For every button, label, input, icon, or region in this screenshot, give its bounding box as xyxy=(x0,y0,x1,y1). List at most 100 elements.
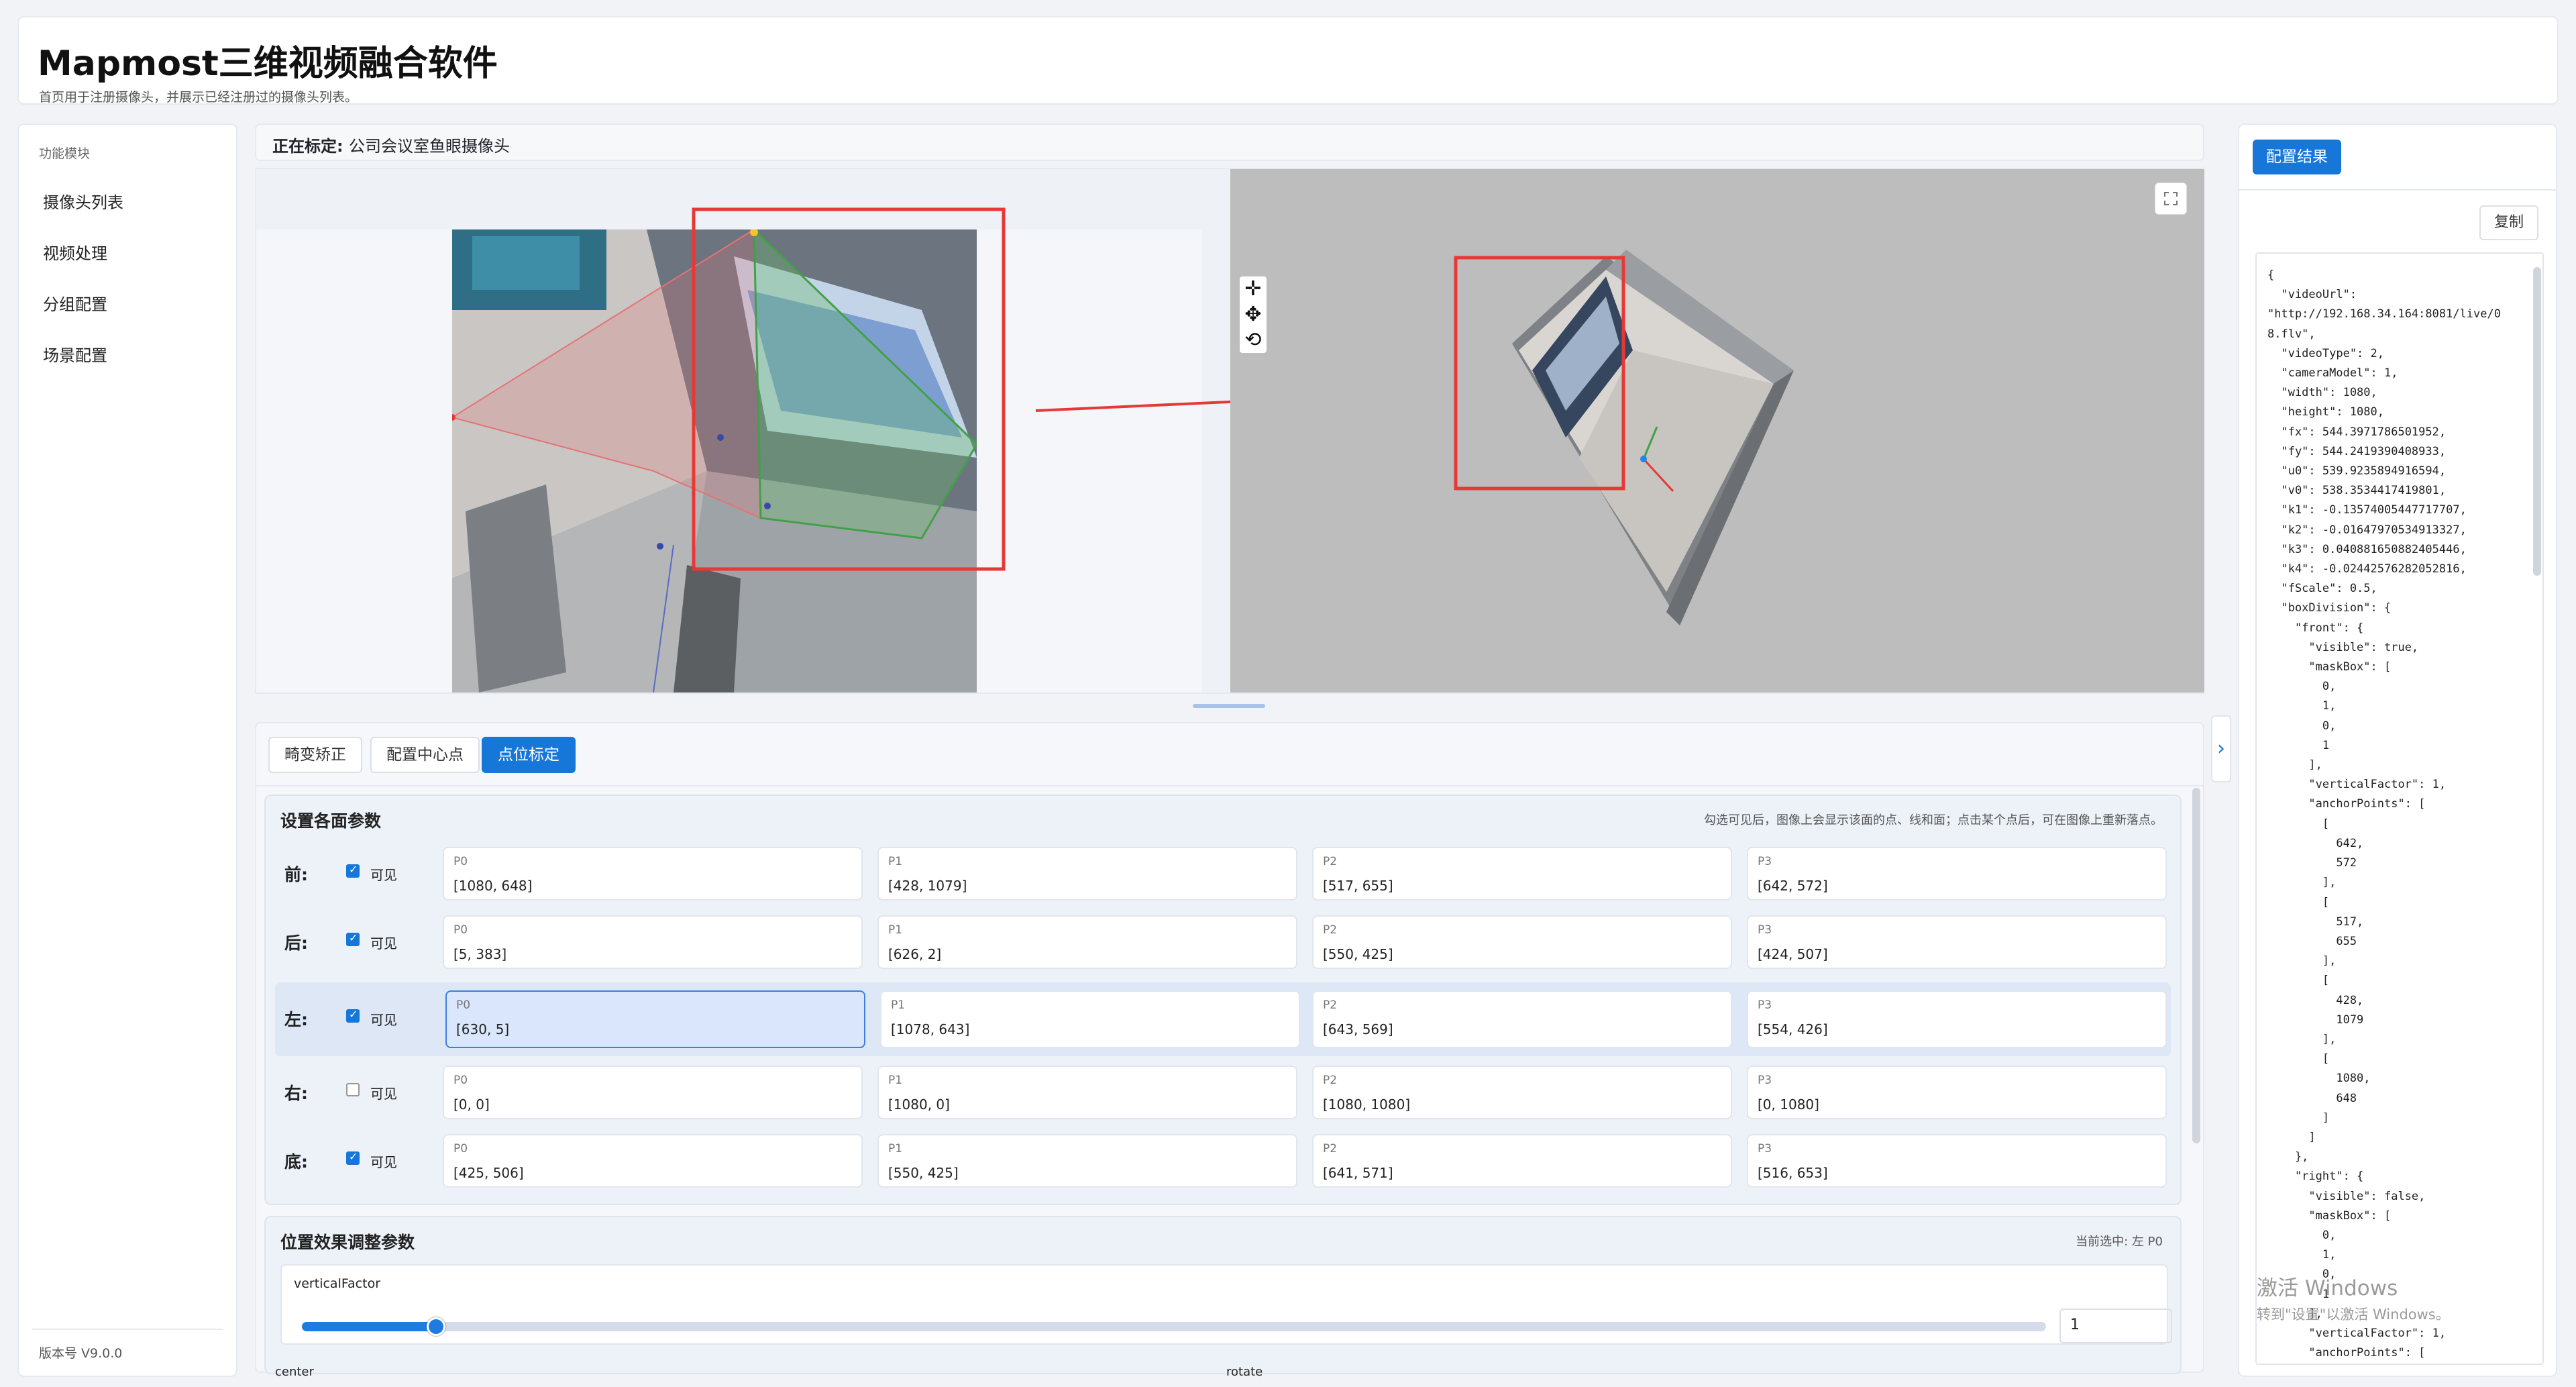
point-name: P3 xyxy=(1758,923,1772,937)
point-field[interactable]: P1 [428, 1079] xyxy=(877,847,1297,901)
face-row-back: 后: 可见 P0 [5, 383] P1 [626, 2] P2 [550, 425]… xyxy=(275,913,2171,972)
annotation-overlay xyxy=(692,207,1230,571)
position-panel-title: 位置效果调整参数 xyxy=(280,1233,415,1252)
sidebar: 功能模块 摄像头列表 视频处理 分组配置 场景配置 版本号 V9.0.0 xyxy=(17,123,237,1377)
visible-label: 可见 xyxy=(370,1012,397,1028)
face-label: 前: xyxy=(284,865,308,884)
app-title: Mapmost三维视频融合软件 xyxy=(38,44,498,84)
slider-thumb[interactable] xyxy=(427,1317,446,1336)
face-row-left: 左: 可见 P0 [630, 5] P1 [1078, 643] P2 [643, 5… xyxy=(275,982,2171,1056)
point-field[interactable]: P0 [1080, 648] xyxy=(443,847,863,901)
point-name: P2 xyxy=(1323,1074,1338,1087)
position-panel: 位置效果调整参数 当前选中: 左 P0 verticalFactor 1 xyxy=(264,1216,2182,1374)
point-field[interactable]: P1 [626, 2] xyxy=(877,915,1297,969)
copy-button[interactable]: 复制 xyxy=(2479,205,2538,240)
visible-checkbox[interactable] xyxy=(346,1008,360,1023)
point-field[interactable]: P3 [424, 507] xyxy=(1747,915,2167,969)
point-field[interactable]: P2 [641, 571] xyxy=(1312,1134,1732,1188)
config-json-text: { "videoUrl": "http://192.168.34.164:808… xyxy=(2267,268,2501,1360)
sidebar-group-label: 功能模块 xyxy=(39,146,91,161)
point-field[interactable]: P3 [0, 1080] xyxy=(1747,1066,2167,1119)
point-field[interactable]: P3 [516, 653] xyxy=(1747,1134,2167,1188)
point-name: P0 xyxy=(453,1074,468,1087)
point-field[interactable]: P1 [1080, 0] xyxy=(877,1066,1297,1119)
point-value: [516, 653] xyxy=(1758,1165,1828,1181)
point-value: [550, 425] xyxy=(888,1165,959,1181)
point-value: [424, 507] xyxy=(1758,946,1828,962)
visible-label: 可见 xyxy=(370,1086,397,1102)
point-name: P1 xyxy=(888,1074,903,1087)
point-field[interactable]: P2 [643, 569] xyxy=(1312,990,1732,1048)
vertical-factor-slider[interactable] xyxy=(302,1317,2046,1336)
point-value: [0, 1080] xyxy=(1758,1096,1819,1113)
point-field[interactable]: P0 [0, 0] xyxy=(443,1066,863,1119)
point-name: P0 xyxy=(453,923,468,937)
vertical-factor-input[interactable]: 1 xyxy=(2059,1308,2172,1343)
result-divider xyxy=(2239,189,2556,191)
point-field[interactable]: P2 [550, 425] xyxy=(1312,915,1732,969)
point-field[interactable]: P2 [517, 655] xyxy=(1312,847,1732,901)
3d-model-view[interactable]: ✛ ✥ ⟲ xyxy=(1230,169,2204,692)
config-json-viewer[interactable]: { "videoUrl": "http://192.168.34.164:808… xyxy=(2255,252,2544,1365)
app-subtitle: 首页用于注册摄像头，并展示已经注册过的摄像头列表。 xyxy=(39,90,358,105)
result-panel: 配置结果 复制 { "videoUrl": "http://192.168.34… xyxy=(2238,123,2557,1377)
visible-checkbox[interactable] xyxy=(346,1083,360,1096)
tab-point-calibration[interactable]: 点位标定 xyxy=(482,737,576,773)
sidebar-item-video-processing[interactable]: 视频处理 xyxy=(43,240,107,264)
face-row-bottom: 底: 可见 P0 [425, 506] P1 [550, 425] P2 [641, … xyxy=(275,1131,2171,1190)
chevron-right-icon[interactable]: › xyxy=(2211,715,2231,782)
sidebar-item-camera-list[interactable]: 摄像头列表 xyxy=(43,189,123,213)
point-field[interactable]: P1 [1078, 643] xyxy=(880,990,1300,1048)
point-name: P3 xyxy=(1758,855,1772,868)
point-field[interactable]: P0 [425, 506] xyxy=(443,1134,863,1188)
tab-config-result[interactable]: 配置结果 xyxy=(2253,140,2341,174)
point-field[interactable]: P3 [554, 426] xyxy=(1747,990,2167,1048)
face-label: 后: xyxy=(284,933,308,953)
point-value: [517, 655] xyxy=(1323,878,1393,894)
sidebar-item-scene-config[interactable]: 场景配置 xyxy=(43,342,107,366)
watermark-line1: 激活 Windows xyxy=(2257,1276,2398,1300)
vertical-factor-card: verticalFactor 1 xyxy=(280,1264,2172,1345)
point-value: [5, 383] xyxy=(453,946,507,962)
point-name: P0 xyxy=(453,855,468,868)
sidebar-divider xyxy=(32,1329,223,1330)
visible-checkbox[interactable] xyxy=(346,1150,360,1165)
faces-panel: 设置各面参数 勾选可见后，图像上会显示该面的点、线和面；点击某个点后，可在图像上… xyxy=(264,794,2182,1205)
watermark-line2: 转到"设置"以激活 Windows。 xyxy=(2257,1306,2450,1323)
rotate-label: rotate xyxy=(1226,1365,1263,1379)
point-value: [425, 506] xyxy=(453,1165,524,1181)
point-name: P3 xyxy=(1758,1142,1772,1155)
point-name: P1 xyxy=(888,1142,903,1155)
point-field[interactable]: P0 [5, 383] xyxy=(443,915,863,969)
fisheye-image-view[interactable] xyxy=(256,169,1230,692)
point-value: [1080, 0] xyxy=(888,1096,950,1113)
visible-label: 可见 xyxy=(370,935,397,952)
tab-distortion-correction[interactable]: 畸变矫正 xyxy=(268,737,362,773)
visible-checkbox[interactable] xyxy=(346,931,360,946)
visible-checkbox[interactable] xyxy=(346,863,360,878)
tab-center-point[interactable]: 配置中心点 xyxy=(370,737,480,773)
version-label: 版本号 V9.0.0 xyxy=(39,1346,123,1361)
resize-handle[interactable] xyxy=(1193,704,1265,708)
point-value: [0, 0] xyxy=(453,1096,490,1113)
sidebar-item-group-config[interactable]: 分组配置 xyxy=(43,291,107,315)
point-value: [630, 5] xyxy=(456,1021,510,1037)
app-header: Mapmost三维视频融合软件 首页用于注册摄像头，并展示已经注册过的摄像头列表… xyxy=(17,16,2559,105)
calibrating-label: 正在标定: xyxy=(272,137,343,156)
point-field-selected[interactable]: P0 [630, 5] xyxy=(445,990,865,1048)
point-name: P2 xyxy=(1323,923,1338,937)
slider-label: verticalFactor xyxy=(294,1276,381,1291)
current-selection: 当前选中: 左 P0 xyxy=(2076,1235,2163,1249)
face-row-front: 前: 可见 P0 [1080, 648] P1 [428, 1079] P2 [517… xyxy=(275,844,2171,903)
panel-scrollbar[interactable] xyxy=(2192,788,2200,1143)
windows-activation-watermark: 激活 Windows 转到"设置"以激活 Windows。 xyxy=(2257,1271,2450,1324)
point-field[interactable]: P3 [642, 572] xyxy=(1747,847,2167,901)
face-label: 底: xyxy=(284,1152,308,1172)
point-field[interactable]: P1 [550, 425] xyxy=(877,1134,1297,1188)
views-area: ✛ ✥ ⟲ xyxy=(255,168,2204,694)
point-value: [642, 572] xyxy=(1758,878,1828,894)
point-name: P2 xyxy=(1323,998,1338,1012)
json-scrollbar[interactable] xyxy=(2533,267,2541,576)
point-field[interactable]: P2 [1080, 1080] xyxy=(1312,1066,1732,1119)
point-name: P0 xyxy=(456,998,471,1012)
